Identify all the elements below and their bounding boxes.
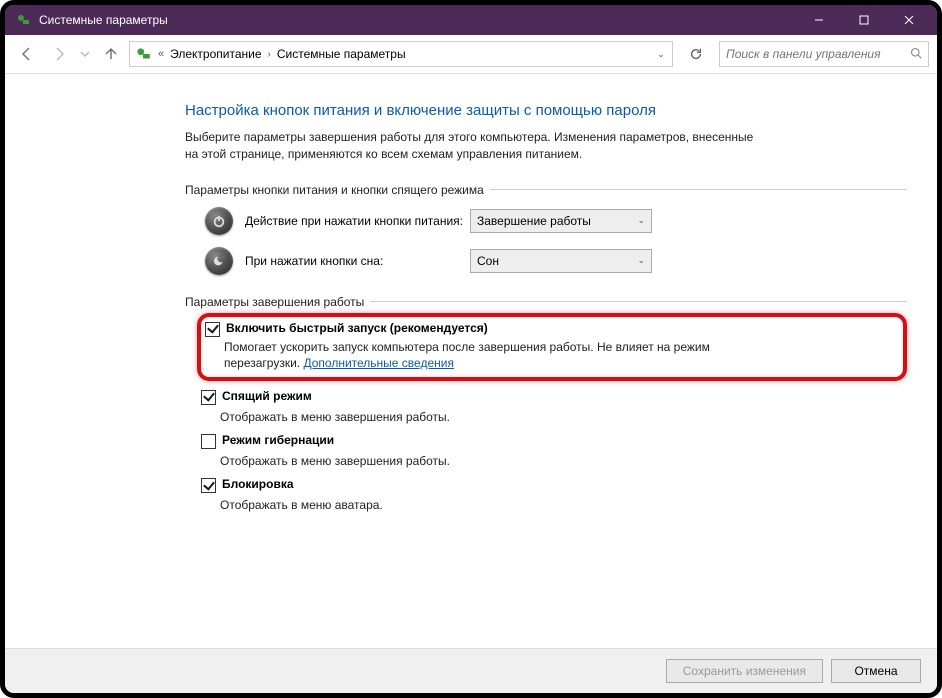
lock-checkbox[interactable] — [201, 478, 216, 493]
recent-locations-button[interactable] — [77, 40, 93, 68]
app-icon — [15, 12, 31, 28]
fast-startup-highlight: Включить быстрый запуск (рекомендуется) … — [197, 313, 907, 381]
forward-button[interactable] — [45, 40, 73, 68]
page-title: Настройка кнопок питания и включение защ… — [185, 102, 907, 119]
power-button-action-label: Действие при нажатии кнопки питания: — [245, 214, 470, 228]
close-button[interactable] — [886, 5, 931, 35]
power-icon — [205, 207, 233, 235]
fast-startup-desc: Помогает ускорить запуск компьютера посл… — [224, 339, 734, 371]
chevron-down-icon: ⌄ — [637, 215, 645, 226]
section-power-buttons-legend: Параметры кнопки питания и кнопки спящег… — [185, 183, 907, 197]
back-button[interactable] — [13, 40, 41, 68]
nav-bar: « Электропитание › Системные параметры ⌄ — [5, 35, 937, 74]
fast-startup-label: Включить быстрый запуск (рекомендуется) — [226, 321, 488, 335]
minimize-button[interactable] — [796, 5, 841, 35]
search-input[interactable] — [724, 46, 910, 62]
section-shutdown-legend: Параметры завершения работы — [185, 295, 907, 309]
breadcrumb-history-dropdown[interactable]: ⌄ — [652, 49, 670, 60]
title-bar: Системные параметры — [5, 5, 937, 35]
breadcrumb-icon — [134, 45, 152, 63]
window-title: Системные параметры — [39, 13, 168, 27]
sleep-checkbox[interactable] — [201, 390, 216, 405]
hibernate-desc: Отображать в меню завершения работы. — [220, 453, 730, 469]
breadcrumb[interactable]: « Электропитание › Системные параметры ⌄ — [129, 41, 673, 67]
sleep-button-action-dropdown[interactable]: Сон ⌄ — [470, 249, 652, 273]
up-button[interactable] — [97, 40, 125, 68]
maximize-button[interactable] — [841, 5, 886, 35]
window-frame: Системные параметры — [0, 0, 942, 698]
footer-bar: Сохранить изменения Отмена — [5, 648, 937, 693]
cancel-button[interactable]: Отмена — [831, 659, 921, 683]
lock-desc: Отображать в меню аватара. — [220, 497, 730, 513]
sleep-desc: Отображать в меню завершения работы. — [220, 409, 730, 425]
breadcrumb-item-2[interactable]: Системные параметры — [275, 47, 408, 61]
sleep-button-action-label: При нажатии кнопки сна: — [245, 254, 470, 268]
search-box[interactable] — [719, 41, 929, 67]
hibernate-label: Режим гибернации — [222, 433, 334, 447]
power-button-action-dropdown[interactable]: Завершение работы ⌄ — [470, 209, 652, 233]
save-button[interactable]: Сохранить изменения — [666, 659, 823, 683]
refresh-button[interactable] — [683, 41, 709, 67]
content-area: Настройка кнопок питания и включение защ… — [5, 74, 937, 648]
fast-startup-more-info-link[interactable]: Дополнительные сведения — [303, 356, 453, 370]
chevron-right-icon: › — [266, 49, 273, 60]
fast-startup-checkbox[interactable] — [205, 322, 220, 337]
chevron-down-icon: ⌄ — [637, 255, 645, 266]
page-intro: Выберите параметры завершения работы для… — [185, 129, 765, 163]
sleep-button-action-row: При нажатии кнопки сна: Сон ⌄ — [205, 247, 907, 275]
breadcrumb-overflow[interactable]: « — [156, 48, 166, 60]
power-button-action-row: Действие при нажатии кнопки питания: Зав… — [205, 207, 907, 235]
breadcrumb-item-1[interactable]: Электропитание — [168, 47, 263, 61]
lock-label: Блокировка — [222, 477, 294, 491]
hibernate-checkbox[interactable] — [201, 434, 216, 449]
sleep-icon — [205, 247, 233, 275]
sleep-label: Спящий режим — [222, 389, 312, 403]
search-icon — [910, 47, 924, 62]
